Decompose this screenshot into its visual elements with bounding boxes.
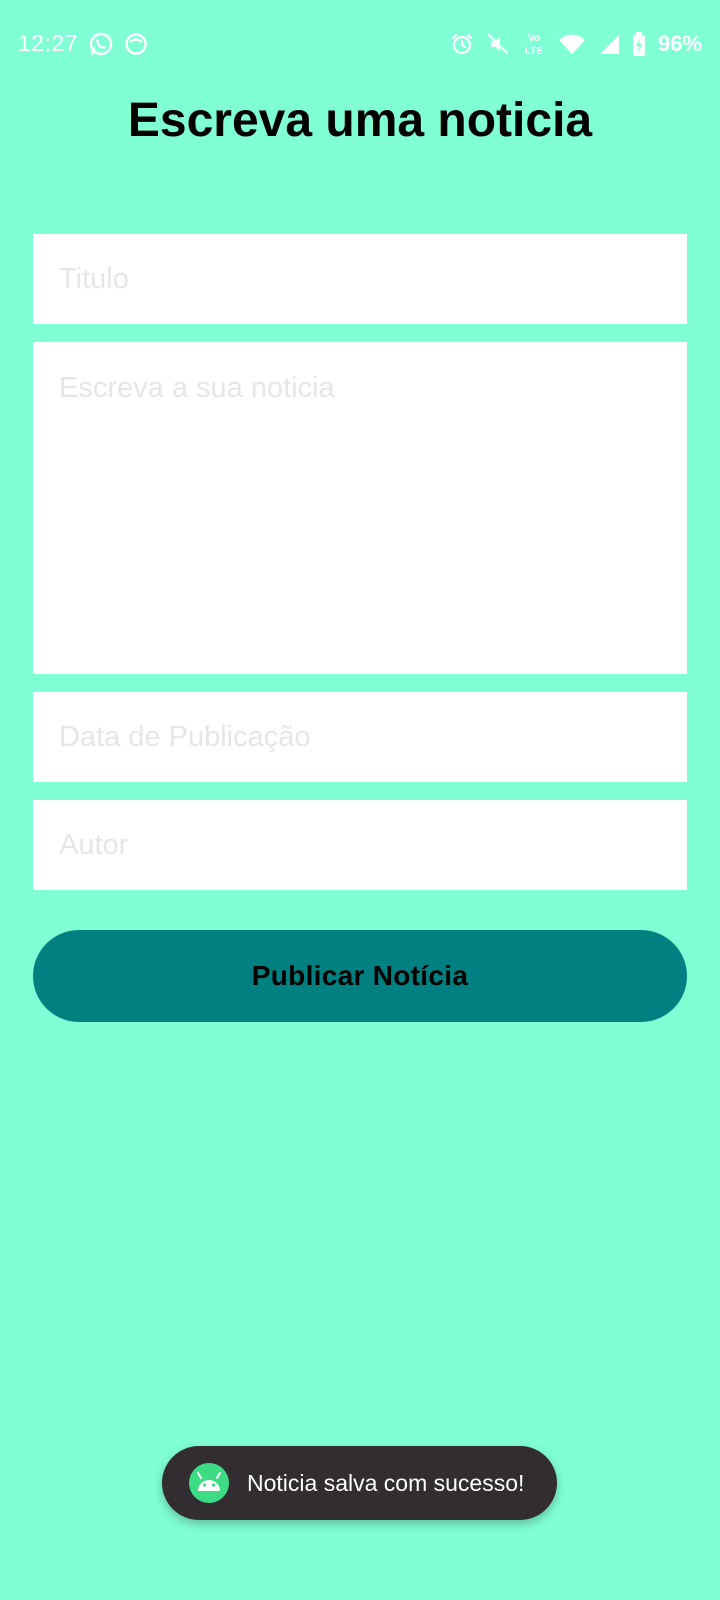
toast-notification: Noticia salva com sucesso! (162, 1446, 557, 1520)
alarm-icon (450, 32, 474, 56)
svg-text:LTE: LTE (525, 46, 543, 57)
toast-message: Noticia salva com sucesso! (247, 1469, 525, 1496)
volte-icon: Vo LTE (522, 30, 546, 58)
battery-percent: 96% (657, 31, 702, 56)
android-icon (189, 1463, 229, 1503)
author-input[interactable] (33, 800, 687, 890)
status-bar-right: Vo LTE 96% (450, 30, 702, 58)
app-notification-icon (124, 32, 148, 56)
mute-icon (486, 32, 510, 56)
wifi-icon (558, 32, 586, 56)
title-input[interactable] (33, 234, 687, 324)
whatsapp-icon (88, 31, 114, 57)
status-time: 12:27 (18, 30, 79, 56)
battery-icon (632, 32, 646, 56)
status-bar: 12:27 Vo LTE 96% (0, 0, 720, 90)
status-bar-left: 12:27 (18, 30, 148, 57)
signal-icon (598, 33, 620, 55)
news-body-textarea[interactable] (33, 342, 687, 674)
page-title: Escreva uma noticia (127, 94, 593, 147)
svg-text:Vo: Vo (528, 33, 540, 44)
publish-news-button[interactable]: Publicar Notícia (33, 930, 687, 1022)
publication-date-input[interactable] (33, 692, 687, 782)
